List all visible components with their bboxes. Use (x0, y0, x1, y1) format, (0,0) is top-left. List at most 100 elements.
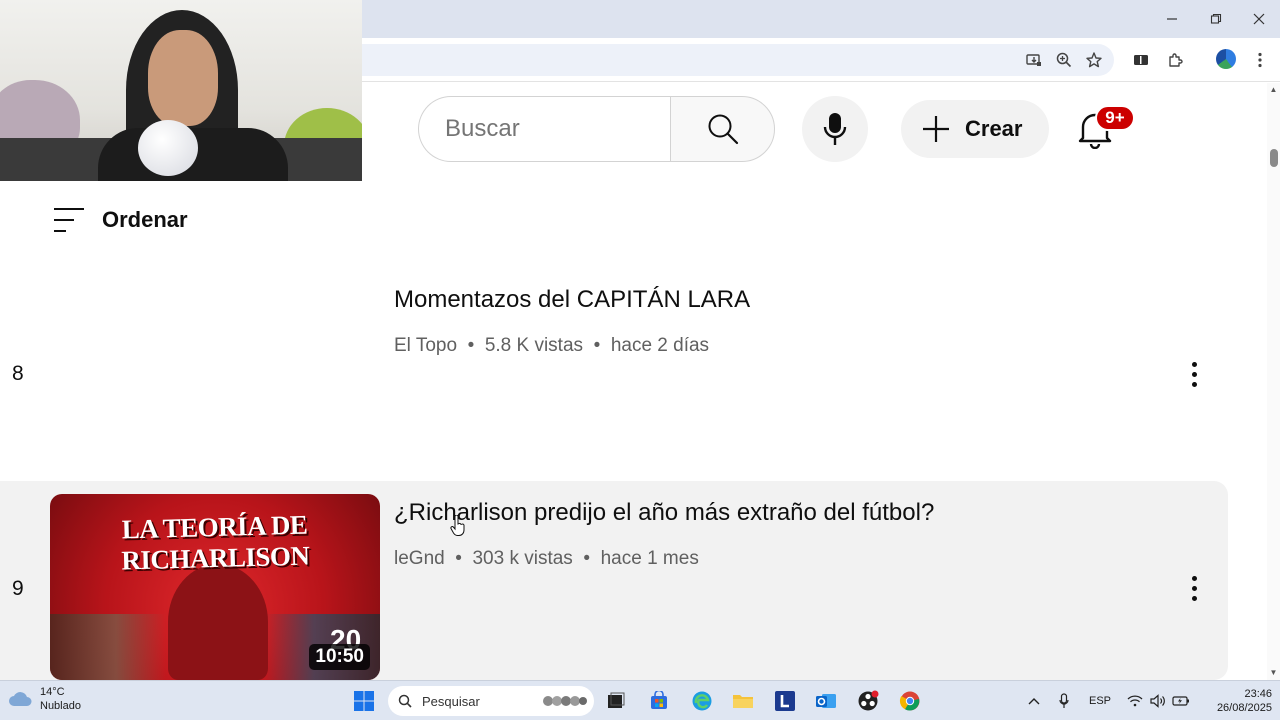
cloud-icon (9, 692, 32, 706)
channel-name-link[interactable]: leGnd (394, 548, 445, 569)
chrome-app-button[interactable] (896, 687, 924, 715)
video-actions-menu-button[interactable] (1180, 570, 1208, 606)
extensions-button[interactable] (1164, 48, 1188, 72)
start-button[interactable] (350, 687, 378, 715)
sort-button[interactable]: Ordenar (52, 200, 188, 240)
launcher-app-button[interactable] (771, 687, 799, 715)
weather-text: 14°C Nublado (40, 685, 81, 713)
view-count: 303 k vistas (472, 548, 573, 569)
microphone-tray-button[interactable] (1054, 681, 1074, 720)
weather-description: Nublado (40, 700, 81, 712)
plus-icon (923, 116, 949, 142)
edge-icon (692, 691, 712, 711)
profile-avatar[interactable] (1216, 49, 1236, 69)
scroll-up-arrow[interactable]: ▲ (1269, 85, 1278, 94)
video-meta: El Topo • 5.8 K vistas • hace 2 días (394, 335, 709, 357)
obs-icon (858, 690, 879, 711)
search-input[interactable] (445, 115, 655, 143)
page-scrollbar[interactable]: ▲ ▼ (1267, 83, 1280, 680)
speaker-icon (1150, 694, 1165, 708)
clock-time: 23:46 (1244, 688, 1272, 700)
media-button[interactable] (1129, 48, 1153, 72)
hand-cursor-icon (450, 515, 465, 536)
meta-separator: • (578, 548, 596, 569)
video-row-hovered[interactable]: 9 LA TEORÍA DE RICHARLISON 20 10:50 ¿Ric… (0, 481, 1228, 680)
vertical-dots-icon (1191, 361, 1197, 367)
address-bar[interactable] (362, 44, 1114, 76)
restore-button[interactable] (1194, 6, 1238, 32)
search-highlight-icon (543, 696, 587, 706)
video-row[interactable]: 8 Momentazos del CAPITÁN LARA El Topo • … (0, 266, 1228, 480)
file-explorer-button[interactable] (729, 687, 757, 715)
webcam-person-face (148, 30, 218, 126)
webcam-ball (138, 120, 198, 176)
vertical-dots-icon-dot (1191, 371, 1197, 377)
scrollbar-thumb[interactable] (1270, 149, 1278, 167)
store-app-button[interactable] (645, 687, 673, 715)
view-count: 5.8 K vistas (484, 335, 584, 356)
video-thumbnail[interactable]: LA TEORÍA DE RICHARLISON 20 10:50 (50, 494, 380, 680)
install-app-button[interactable] (1022, 48, 1046, 72)
taskbar-search-label: Pesquisar (422, 693, 480, 709)
zoom-icon (1056, 52, 1072, 68)
close-window-button[interactable] (1237, 6, 1280, 32)
sort-label: Ordenar (102, 207, 188, 232)
taskbar-search[interactable]: Pesquisar (388, 686, 594, 716)
upload-age: hace 1 mes (600, 548, 699, 569)
bookmark-button[interactable] (1082, 48, 1106, 72)
video-duration: 10:50 (309, 644, 370, 670)
chrome-icon (899, 691, 920, 711)
battery-charging-icon (1172, 696, 1189, 706)
meta-separator: • (449, 548, 468, 569)
video-index: 8 (12, 362, 24, 385)
chevron-up-icon (1028, 698, 1040, 705)
taskview-button[interactable] (602, 687, 630, 715)
taskbar-clock[interactable]: 23:46 26/08/2025 (1196, 687, 1272, 715)
microphone-icon (1059, 693, 1069, 708)
thumbnail-text: LA TEORÍA DE RICHARLISON (121, 509, 310, 576)
minimize-icon (1167, 18, 1177, 20)
meta-separator: • (462, 335, 480, 356)
volume-button[interactable] (1147, 681, 1169, 720)
letter-l-app-icon (775, 691, 795, 711)
obs-app-button[interactable] (854, 687, 882, 715)
notifications-badge: 9+ (1095, 105, 1135, 131)
vertical-dots-icon-dot (1191, 585, 1197, 591)
webcam-overlay (0, 0, 362, 181)
search-button[interactable] (670, 96, 775, 162)
edge-app-button[interactable] (688, 687, 716, 715)
youtube-header: Crear 9+ (362, 83, 1267, 179)
video-actions-menu-button[interactable] (1180, 356, 1208, 392)
meta-separator: • (588, 335, 606, 356)
weather-widget[interactable]: 14°C Nublado (8, 685, 81, 713)
scroll-down-arrow[interactable]: ▼ (1269, 668, 1278, 677)
star-icon (1086, 52, 1102, 68)
language-indicator[interactable]: ESP (1084, 681, 1116, 720)
create-button-label: Crear (965, 116, 1023, 141)
wifi-button[interactable] (1124, 681, 1146, 720)
minimize-button[interactable] (1150, 6, 1194, 32)
create-button[interactable]: Crear (901, 100, 1049, 158)
store-icon (651, 691, 667, 709)
puzzle-icon (1169, 53, 1183, 67)
folder-icon (733, 695, 753, 708)
search-icon (708, 114, 738, 145)
video-title-link[interactable]: ¿Richarlison predijo el año más extraño … (394, 499, 934, 527)
wifi-icon (1127, 695, 1143, 707)
battery-button[interactable] (1170, 681, 1192, 720)
video-title-link[interactable]: Momentazos del CAPITÁN LARA (394, 286, 750, 314)
zoom-button[interactable] (1052, 48, 1076, 72)
outlook-icon (816, 694, 836, 708)
search-icon (398, 694, 412, 708)
sort-icon (54, 208, 84, 232)
channel-name-link[interactable]: El Topo (394, 335, 457, 356)
windows-logo-icon (354, 691, 374, 711)
outlook-app-button[interactable] (812, 687, 840, 715)
browser-menu-button[interactable] (1248, 48, 1272, 72)
video-index: 9 (12, 577, 24, 600)
install-icon (1026, 54, 1041, 66)
search-box[interactable] (418, 96, 671, 162)
show-hidden-icons-button[interactable] (1024, 681, 1044, 720)
vertical-dots-icon-dot (1191, 595, 1197, 601)
voice-search-button[interactable] (802, 96, 868, 162)
